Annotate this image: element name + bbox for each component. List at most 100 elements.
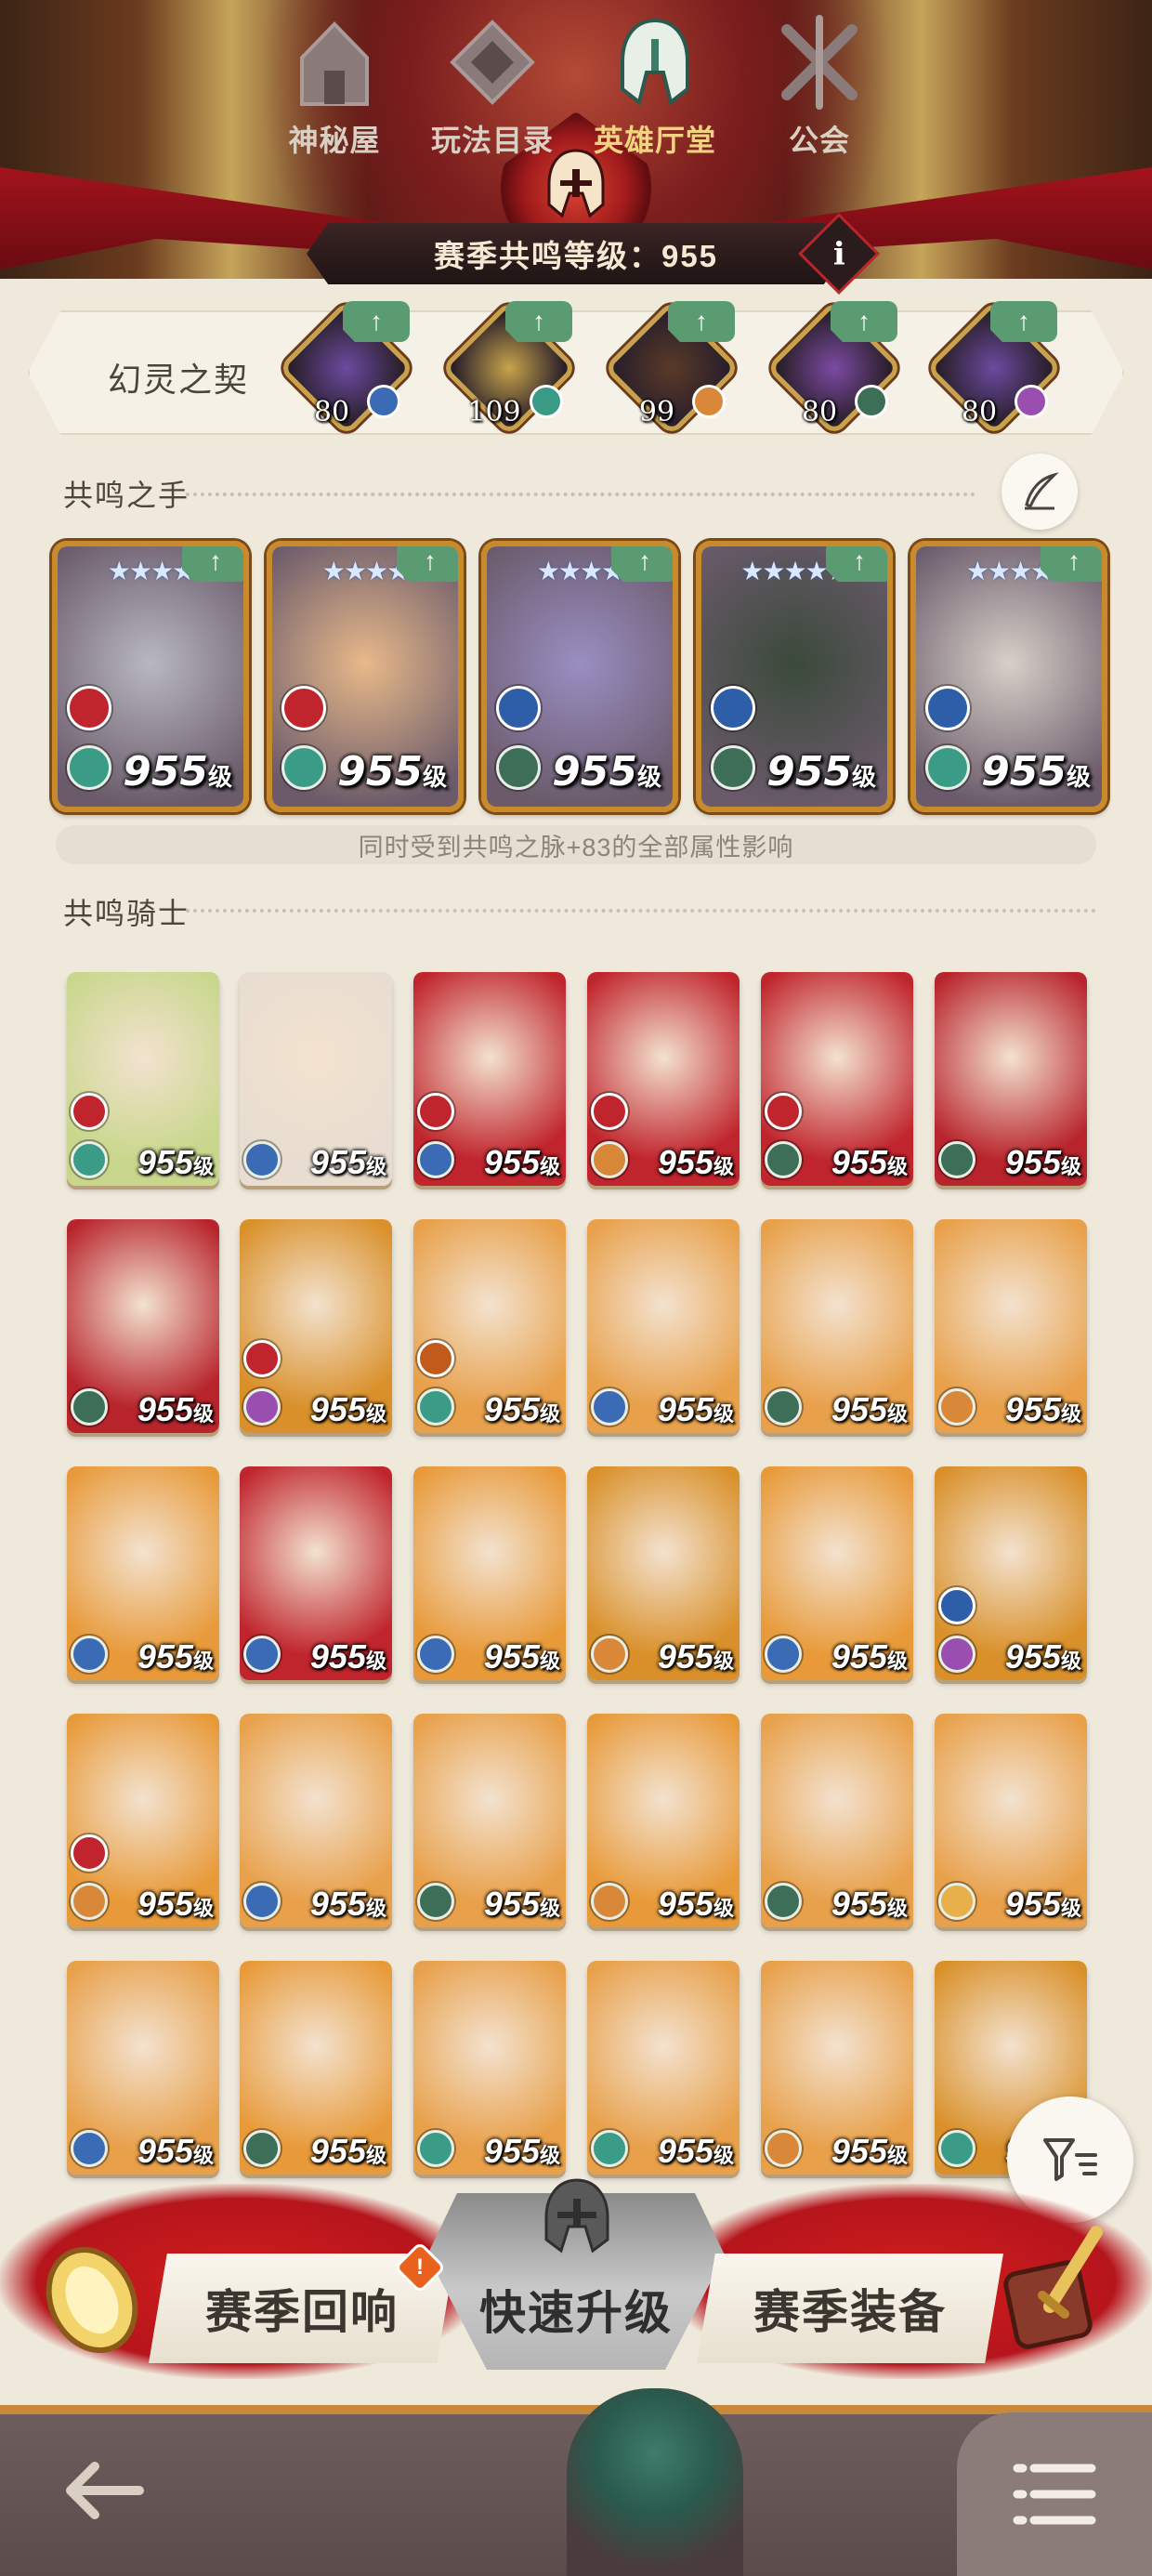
notification-mark: ! bbox=[416, 2254, 424, 2280]
upgrade-arrow-icon: ↑ bbox=[831, 301, 897, 342]
upgrade-arrow-icon: ↑ bbox=[343, 301, 410, 342]
mystery-house-icon bbox=[300, 21, 369, 106]
resonance-hand-card[interactable]: ★★★★ ↑ 955级 bbox=[52, 541, 249, 812]
pact-avatar-slot[interactable]: ↑ 80 bbox=[278, 299, 415, 437]
filter-icon bbox=[1043, 2138, 1097, 2181]
class-icon bbox=[496, 745, 541, 790]
level-suffix: 级 bbox=[365, 1649, 386, 1673]
level-number: 955 bbox=[657, 2132, 713, 2170]
knight-card[interactable]: 955级 bbox=[240, 1714, 392, 1927]
knight-card[interactable]: 955级 bbox=[240, 1466, 392, 1680]
knight-card[interactable]: 955级 bbox=[67, 1714, 219, 1927]
pact-avatar-slot[interactable]: ↑ 99 bbox=[603, 299, 740, 437]
knight-card[interactable]: 955级 bbox=[587, 1961, 740, 2175]
class-icon bbox=[925, 745, 970, 790]
level-number: 955 bbox=[981, 748, 1067, 795]
resonance-hand-card[interactable]: ★★★★ ↑ 955级 bbox=[267, 541, 464, 812]
hero-level: 955级 bbox=[1005, 1390, 1081, 1429]
knight-card[interactable]: 955级 bbox=[413, 1219, 566, 1433]
knight-card[interactable]: 955级 bbox=[935, 1466, 1087, 1680]
nav-guild[interactable]: 公会 bbox=[754, 0, 884, 171]
hero-level: 955级 bbox=[123, 748, 232, 795]
level-suffix: 级 bbox=[713, 2144, 734, 2167]
class-icon bbox=[417, 1636, 454, 1673]
knight-card[interactable]: 955级 bbox=[761, 1219, 913, 1433]
arrow-glyph: ↑ bbox=[1067, 546, 1080, 575]
level-number: 955 bbox=[831, 1885, 887, 1923]
level-suffix: 级 bbox=[422, 764, 447, 792]
class-icon bbox=[711, 745, 755, 790]
knight-card[interactable]: 955级 bbox=[587, 1714, 740, 1927]
knight-card[interactable]: 955级 bbox=[587, 972, 740, 1186]
hero-level: 955级 bbox=[658, 1390, 734, 1429]
knight-card[interactable]: 955级 bbox=[761, 1714, 913, 1927]
season-equipment-button[interactable]: 赛季装备 bbox=[697, 2254, 1003, 2363]
class-icon bbox=[938, 1141, 975, 1178]
class-badge-icon bbox=[1015, 385, 1048, 418]
level-number: 955 bbox=[831, 1390, 887, 1428]
knight-card[interactable]: 955级 bbox=[587, 1219, 740, 1433]
faction-icon bbox=[765, 1093, 802, 1130]
knight-card[interactable]: 955级 bbox=[67, 972, 219, 1186]
knight-card[interactable]: 955级 bbox=[67, 1219, 219, 1433]
knight-card[interactable]: 955级 bbox=[413, 1961, 566, 2175]
knight-card[interactable]: 955级 bbox=[587, 1466, 740, 1680]
knight-card[interactable]: 955级 bbox=[761, 1961, 913, 2175]
knight-card[interactable]: 955级 bbox=[413, 1466, 566, 1680]
arrow-glyph: ↑ bbox=[370, 307, 383, 335]
knight-card[interactable]: 955级 bbox=[240, 1219, 392, 1433]
level-suffix: 级 bbox=[886, 2144, 908, 2167]
level-suffix: 级 bbox=[207, 764, 232, 792]
resonance-hand-card[interactable]: ★★★★★ ↑ 955级 bbox=[696, 541, 893, 812]
level-number: 955 bbox=[137, 1143, 193, 1181]
level-suffix: 级 bbox=[539, 1155, 560, 1178]
level-number: 955 bbox=[766, 748, 852, 795]
resonance-hand-card[interactable]: ★★★★ ↑ 955级 bbox=[481, 541, 678, 812]
nav-hero-hall[interactable]: 英雄厅堂 bbox=[585, 0, 725, 171]
main-menu-button[interactable] bbox=[957, 2412, 1152, 2576]
nav-game-catalog[interactable]: 玩法目录 bbox=[427, 0, 557, 171]
guild-crossed-swords-icon bbox=[781, 15, 857, 110]
pact-level: 109 bbox=[467, 396, 521, 428]
edit-feather-button[interactable] bbox=[1001, 453, 1078, 530]
class-icon bbox=[67, 745, 111, 790]
level-number: 955 bbox=[1004, 1637, 1061, 1676]
class-icon bbox=[591, 2130, 628, 2167]
knight-card[interactable]: 955级 bbox=[935, 972, 1087, 1186]
hero-level: 955级 bbox=[337, 748, 447, 795]
level-number: 955 bbox=[137, 1885, 193, 1923]
faction-icon bbox=[711, 686, 755, 730]
level-suffix: 级 bbox=[1066, 764, 1091, 792]
upgrade-arrow-icon: ↑ bbox=[826, 546, 887, 582]
knight-card[interactable]: 955级 bbox=[240, 972, 392, 1186]
level-number: 955 bbox=[657, 1143, 713, 1181]
season-level-text: 赛季共鸣等级：955 bbox=[433, 239, 719, 273]
knight-card[interactable]: 955级 bbox=[413, 1714, 566, 1927]
knight-card[interactable]: 955级 bbox=[67, 1961, 219, 2175]
knight-card[interactable]: 955级 bbox=[935, 1219, 1087, 1433]
pact-avatar-slot[interactable]: ↑ 109 bbox=[440, 299, 578, 437]
pact-avatar-slot[interactable]: ↑ 80 bbox=[925, 299, 1063, 437]
arrow-glyph: ↑ bbox=[424, 546, 437, 575]
hero-level: 955级 bbox=[484, 1637, 560, 1676]
knight-card[interactable]: 955级 bbox=[761, 972, 913, 1186]
level-suffix: 级 bbox=[713, 1649, 734, 1673]
pact-level: 80 bbox=[961, 396, 998, 428]
hero-level: 955级 bbox=[981, 748, 1091, 795]
pact-avatar-slot[interactable]: ↑ 80 bbox=[766, 299, 903, 437]
back-arrow-icon[interactable] bbox=[56, 2453, 149, 2528]
level-number: 955 bbox=[657, 1637, 713, 1676]
knight-card[interactable]: 955级 bbox=[935, 1714, 1087, 1927]
knight-card[interactable]: 955级 bbox=[413, 972, 566, 1186]
upgrade-arrow-icon: ↑ bbox=[611, 546, 673, 582]
level-number: 955 bbox=[1004, 1390, 1061, 1428]
knight-card[interactable]: 955级 bbox=[240, 1961, 392, 2175]
level-number: 955 bbox=[309, 1885, 366, 1923]
knight-card[interactable]: 955级 bbox=[67, 1466, 219, 1680]
resonance-hand-card[interactable]: ★★★★ ↑ 955级 bbox=[910, 541, 1107, 812]
knight-card[interactable]: 955级 bbox=[761, 1466, 913, 1680]
hero-level: 955级 bbox=[831, 2132, 908, 2171]
level-suffix: 级 bbox=[851, 764, 876, 792]
level-number: 955 bbox=[483, 1143, 540, 1181]
nav-mystery-house[interactable]: 神秘屋 bbox=[269, 0, 399, 171]
